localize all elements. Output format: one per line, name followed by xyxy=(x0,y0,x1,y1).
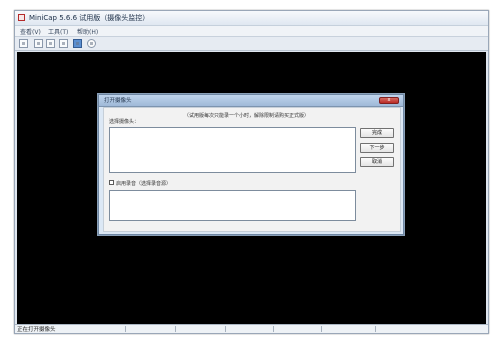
status-divider xyxy=(375,326,376,332)
close-button[interactable]: x xyxy=(379,97,399,104)
audio-source-list[interactable] xyxy=(109,190,356,221)
window-title: MiniCap 5.6.6 试用版（摄像头监控） xyxy=(29,14,150,22)
audio-checkbox[interactable] xyxy=(109,180,114,185)
dialog-titlebar: 打开摄像头 x xyxy=(99,95,403,107)
audio-option[interactable]: 启用录音（选择录音源） xyxy=(109,180,171,188)
status-divider xyxy=(125,326,126,332)
dialog-title: 打开摄像头 xyxy=(104,98,132,104)
save-icon[interactable] xyxy=(73,39,82,48)
menu-bar: 查看(V) 工具(T) 帮助(H) xyxy=(15,26,488,37)
camera-label: 选择摄像头： xyxy=(109,119,140,125)
status-text: 正在打开摄像头 xyxy=(17,327,56,333)
status-divider xyxy=(273,326,274,332)
menu-help[interactable]: 帮助(H) xyxy=(77,27,98,36)
status-divider xyxy=(225,326,226,332)
cancel-button[interactable]: 取消 xyxy=(360,157,394,167)
window-titlebar: MiniCap 5.6.6 试用版（摄像头监控） xyxy=(15,11,488,26)
settings-icon[interactable] xyxy=(87,39,96,48)
app-icon xyxy=(18,14,25,21)
stop-icon[interactable] xyxy=(59,39,68,48)
dialog-body: （试用版每次只能录一个小时，解除限制请购买正式版） 选择摄像头： 完成 下一步 … xyxy=(103,107,401,232)
new-icon[interactable] xyxy=(19,39,28,48)
finish-button[interactable]: 完成 xyxy=(360,128,394,138)
toolbar xyxy=(15,37,488,51)
open-camera-dialog: 打开摄像头 x （试用版每次只能录一个小时，解除限制请购买正式版） 选择摄像头：… xyxy=(98,94,404,235)
status-bar: 正在打开摄像头 xyxy=(15,324,488,333)
menu-view[interactable]: 查看(V) xyxy=(20,27,41,36)
next-button[interactable]: 下一步 xyxy=(360,143,394,153)
audio-label: 启用录音（选择录音源） xyxy=(116,181,172,187)
camera-icon[interactable] xyxy=(34,39,43,48)
menu-tools[interactable]: 工具(T) xyxy=(48,27,68,36)
record-icon[interactable] xyxy=(46,39,55,48)
status-divider xyxy=(175,326,176,332)
camera-list[interactable] xyxy=(109,127,356,173)
status-divider xyxy=(321,326,322,332)
trial-hint: （试用版每次只能录一个小时，解除限制请购买正式版） xyxy=(184,113,310,119)
